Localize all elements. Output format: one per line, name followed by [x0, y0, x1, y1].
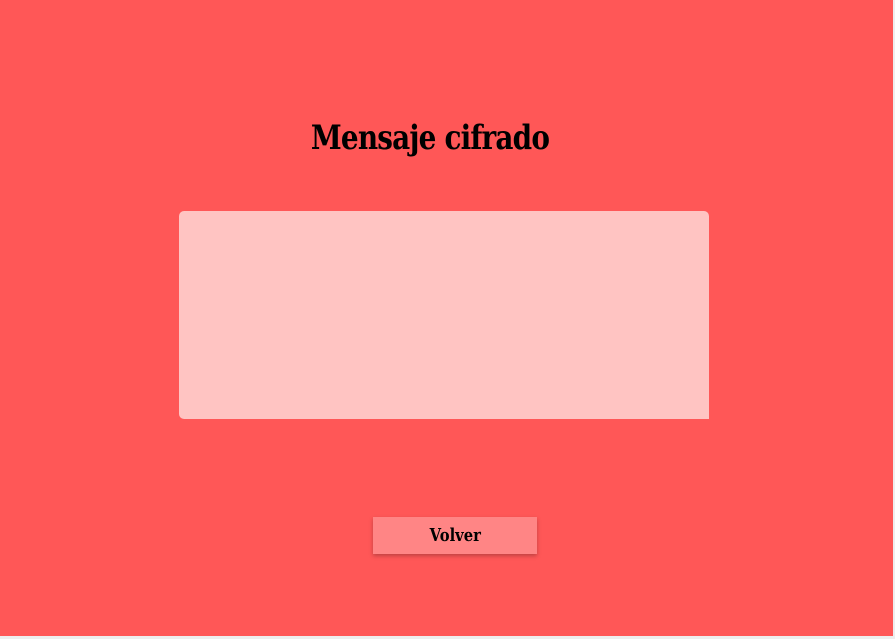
encrypted-message-textarea[interactable]: [179, 211, 709, 419]
page-title: Mensaje cifrado: [310, 118, 550, 158]
back-button-label: Volver: [429, 525, 481, 546]
page-background: Mensaje cifrado Volver: [0, 0, 893, 636]
back-button[interactable]: Volver: [373, 517, 537, 554]
